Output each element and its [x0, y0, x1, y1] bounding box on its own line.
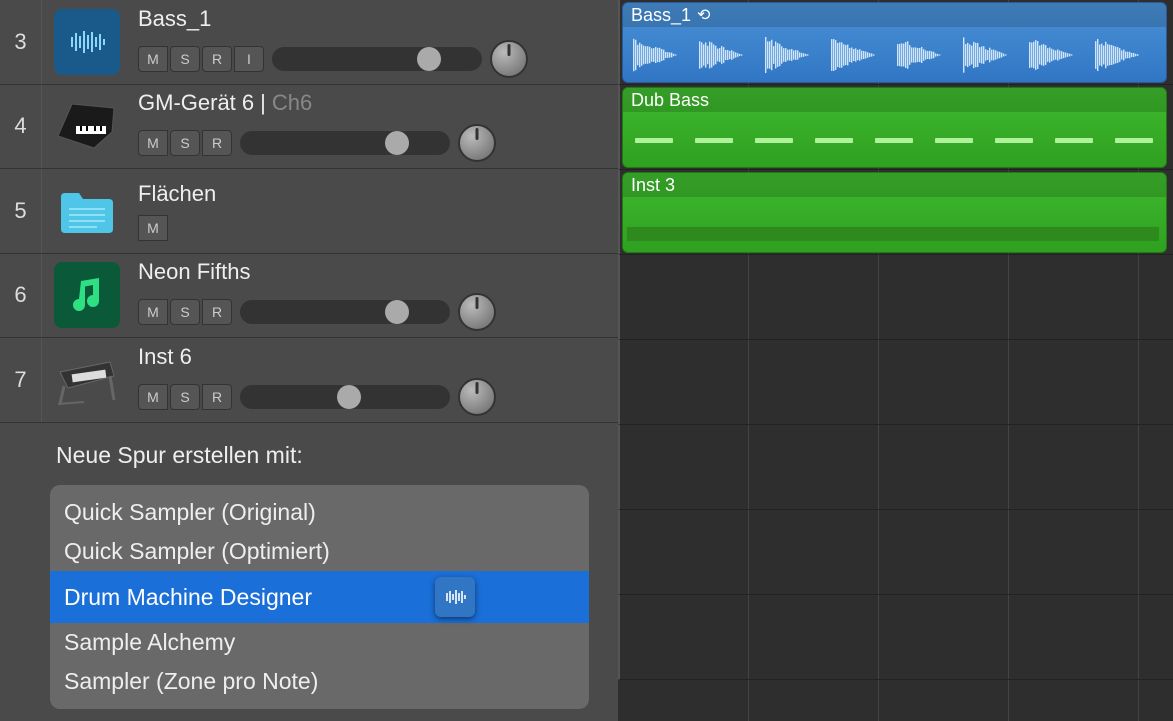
- r-button[interactable]: R: [202, 46, 232, 72]
- track-number: 3: [0, 0, 42, 84]
- track-icon[interactable]: [42, 0, 132, 84]
- folder-icon: [54, 178, 120, 244]
- menu-item[interactable]: Quick Sampler (Original): [50, 493, 589, 532]
- m-button[interactable]: M: [138, 215, 168, 241]
- track-icon[interactable]: [42, 254, 132, 338]
- loop-icon: ⟲: [697, 5, 710, 25]
- menu-item[interactable]: Sampler (Zone pro Note): [50, 662, 589, 701]
- m-button[interactable]: M: [138, 130, 168, 156]
- menu-item[interactable]: Drum Machine Designer: [50, 571, 589, 623]
- region-clip[interactable]: Bass_1 ⟲: [622, 2, 1167, 83]
- s-button[interactable]: S: [170, 384, 200, 410]
- m-button[interactable]: M: [138, 384, 168, 410]
- s-button[interactable]: S: [170, 130, 200, 156]
- menu-item-label: Sampler (Zone pro Note): [64, 668, 318, 695]
- track-row[interactable]: 7 Inst 6 MSR: [0, 338, 618, 423]
- menu-item-label: Quick Sampler (Original): [64, 499, 316, 526]
- volume-slider[interactable]: [240, 131, 450, 155]
- s-button[interactable]: S: [170, 46, 200, 72]
- s-button[interactable]: S: [170, 299, 200, 325]
- clip-name: Inst 3: [631, 175, 675, 196]
- empty-row[interactable]: [618, 340, 1173, 425]
- empty-row[interactable]: [618, 255, 1173, 340]
- piano-icon: [54, 93, 120, 159]
- r-button[interactable]: R: [202, 130, 232, 156]
- keys-icon: [54, 347, 120, 413]
- menu-item[interactable]: Quick Sampler (Optimiert): [50, 532, 589, 571]
- arrange-area[interactable]: Bass_1 ⟲ Dub Bass Inst 3: [618, 0, 1173, 721]
- menu-item-label: Quick Sampler (Optimiert): [64, 538, 330, 565]
- menu-item[interactable]: Sample Alchemy: [50, 623, 589, 662]
- clip-row[interactable]: Bass_1 ⟲: [618, 0, 1173, 85]
- clip-name: Dub Bass: [631, 90, 709, 111]
- menu-item-label: Drum Machine Designer: [64, 584, 312, 611]
- clip-content: [623, 33, 1166, 73]
- track-name[interactable]: Inst 6: [138, 344, 618, 370]
- track-row[interactable]: 4 GM-Gerät 6 | Ch6 MSR: [0, 85, 618, 170]
- r-button[interactable]: R: [202, 299, 232, 325]
- empty-row[interactable]: [618, 595, 1173, 680]
- track-name[interactable]: Neon Fifths: [138, 259, 618, 285]
- i-button[interactable]: I: [234, 46, 264, 72]
- r-button[interactable]: R: [202, 384, 232, 410]
- clip-content: [623, 118, 1166, 158]
- daw-window: 3 Bass_1 MSRI 4 GM-Gerät 6 | Ch6: [0, 0, 1173, 721]
- region-clip[interactable]: Dub Bass: [622, 87, 1167, 168]
- menu-item-label: Sample Alchemy: [64, 629, 235, 656]
- note-icon: [54, 262, 120, 328]
- track-name[interactable]: GM-Gerät 6 | Ch6: [138, 90, 618, 116]
- track-row[interactable]: 6 Neon Fifths MSR: [0, 254, 618, 339]
- track-name[interactable]: Bass_1: [138, 6, 618, 32]
- wave-icon: [54, 9, 120, 75]
- empty-row[interactable]: [618, 510, 1173, 595]
- track-number: 4: [0, 85, 42, 169]
- track-name[interactable]: Flächen: [138, 181, 618, 207]
- pan-knob[interactable]: [458, 378, 496, 416]
- volume-slider[interactable]: [240, 300, 450, 324]
- clip-row[interactable]: Dub Bass: [618, 85, 1173, 170]
- track-icon[interactable]: [42, 169, 132, 253]
- menu-list: Quick Sampler (Original) Quick Sampler (O…: [50, 485, 589, 709]
- track-icon[interactable]: [42, 85, 132, 169]
- drag-waveform-icon[interactable]: [435, 577, 475, 617]
- clip-name: Bass_1: [631, 5, 691, 26]
- m-button[interactable]: M: [138, 46, 168, 72]
- pan-knob[interactable]: [458, 293, 496, 331]
- track-number: 6: [0, 254, 42, 338]
- m-button[interactable]: M: [138, 299, 168, 325]
- create-track-menu: Neue Spur erstellen mit: Quick Sampler (…: [42, 430, 597, 713]
- clip-content: [623, 203, 1166, 243]
- volume-slider[interactable]: [240, 385, 450, 409]
- track-row[interactable]: 3 Bass_1 MSRI: [0, 0, 618, 85]
- menu-title: Neue Spur erstellen mit:: [42, 430, 597, 481]
- pan-knob[interactable]: [458, 124, 496, 162]
- track-row[interactable]: 5 Flächen M: [0, 169, 618, 254]
- track-number: 5: [0, 169, 42, 253]
- empty-row[interactable]: [618, 425, 1173, 510]
- volume-slider[interactable]: [272, 47, 482, 71]
- clip-row[interactable]: Inst 3: [618, 170, 1173, 255]
- pan-knob[interactable]: [490, 40, 528, 78]
- track-icon[interactable]: [42, 338, 132, 422]
- region-clip[interactable]: Inst 3: [622, 172, 1167, 253]
- track-number: 7: [0, 338, 42, 422]
